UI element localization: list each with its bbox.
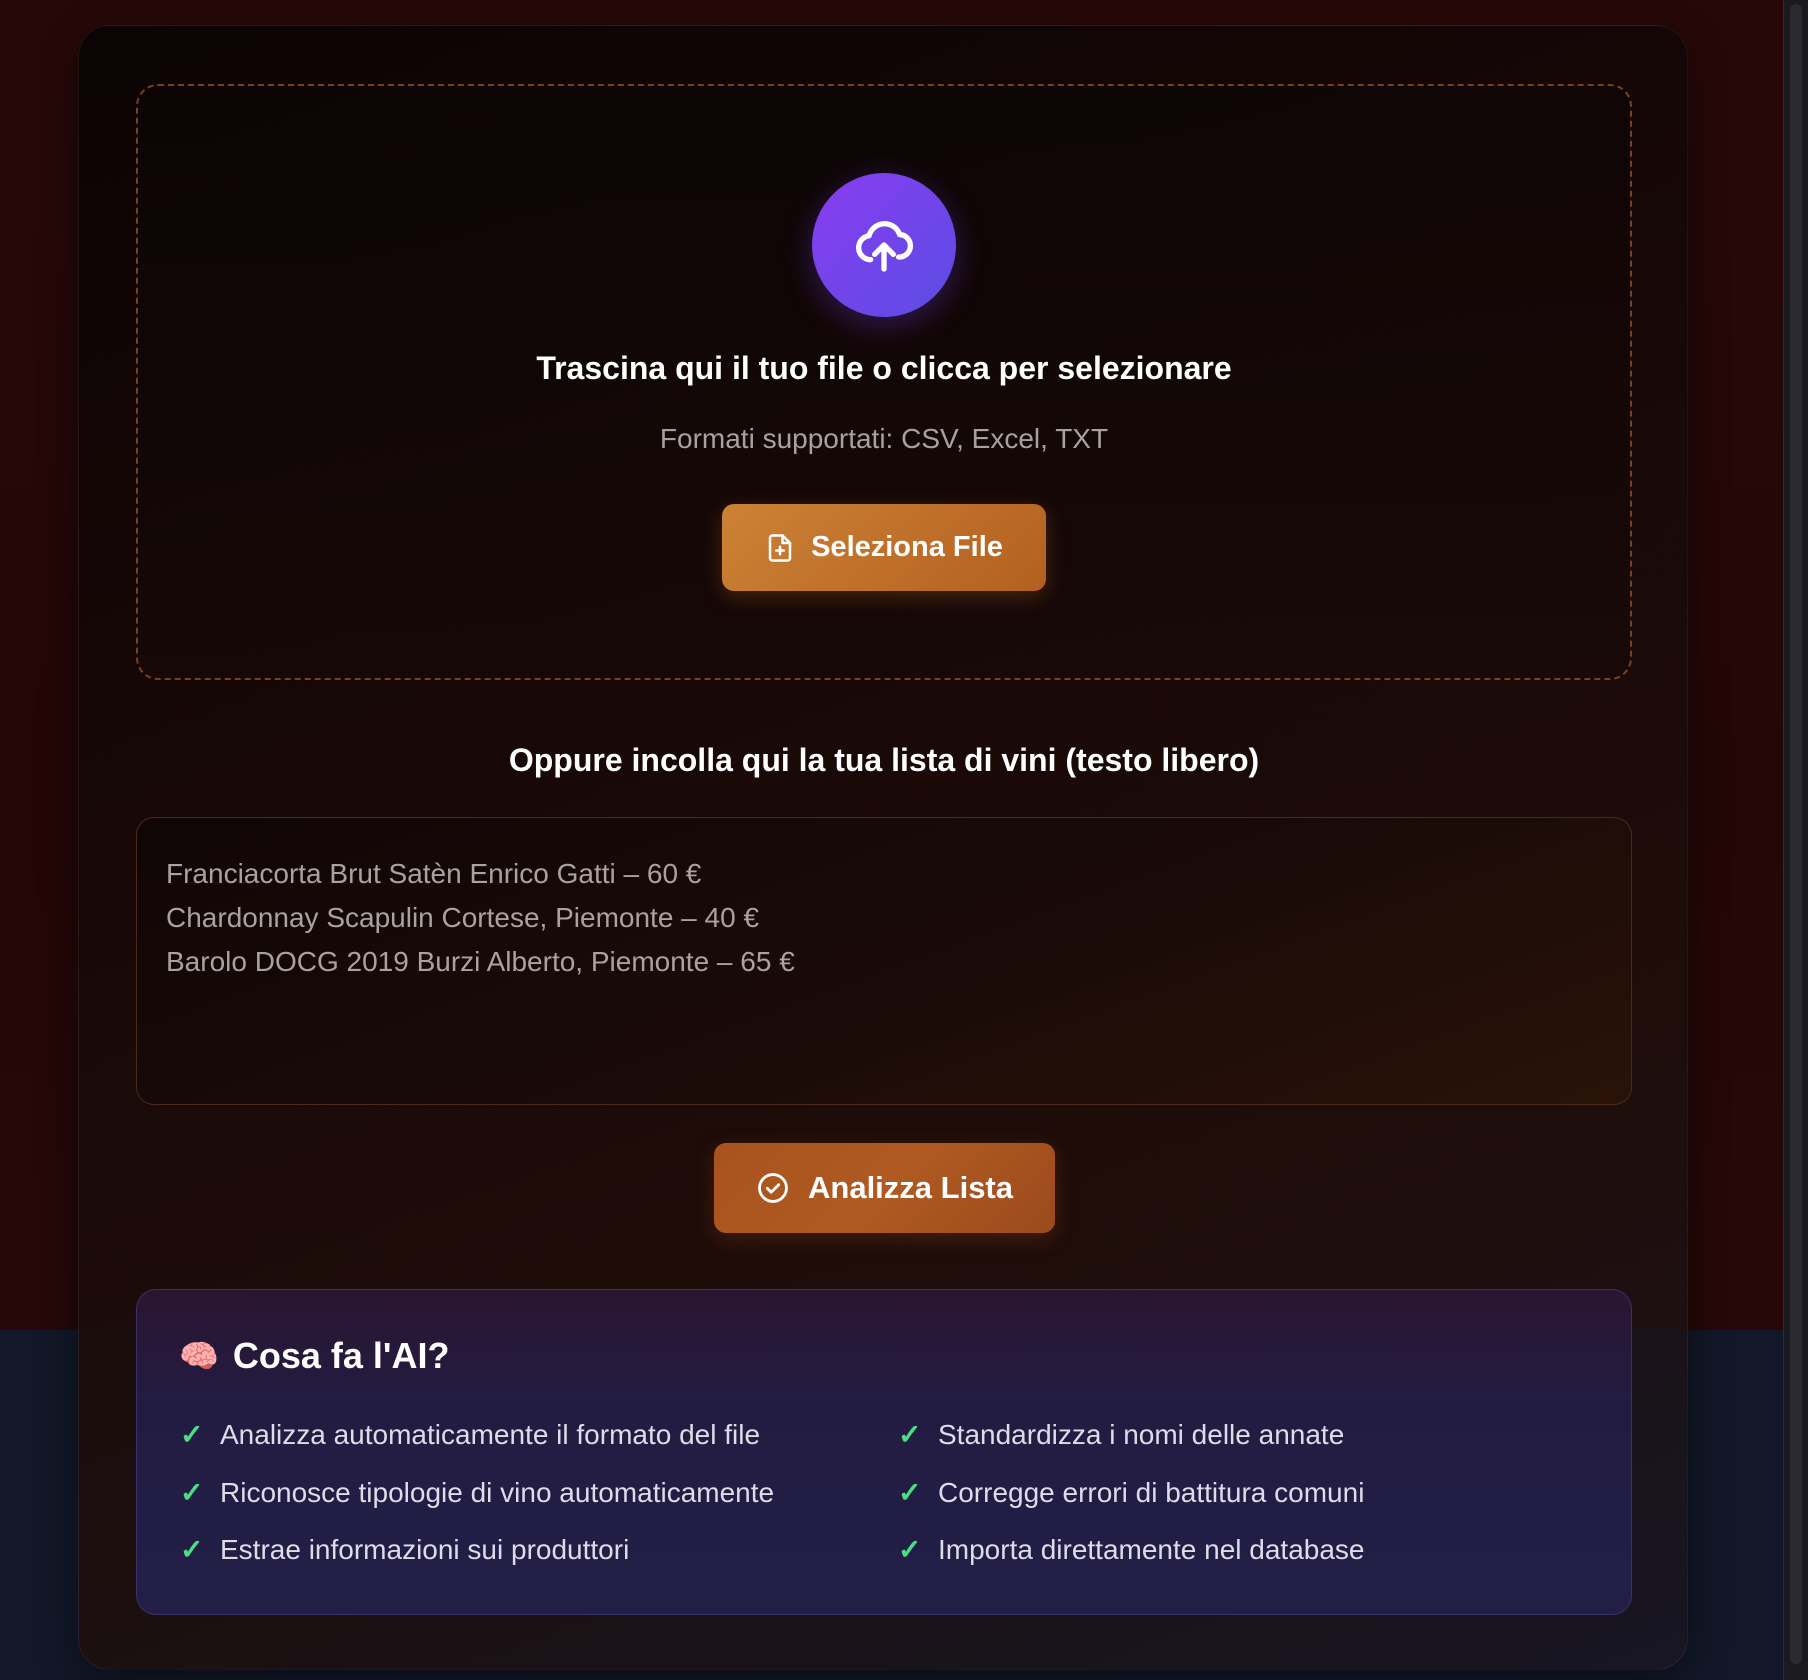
check-circle-icon [758,1173,788,1203]
select-file-button[interactable]: Seleziona File [722,504,1046,591]
file-plus-icon [768,533,792,562]
feature-label: Analizza automaticamente il formato del … [220,1418,761,1450]
check-icon: ✓ [180,1534,204,1565]
feature-item: ✓ Analizza automaticamente il formato de… [180,1418,760,1451]
feature-item: ✓ Corregge errori di battitura comuni [898,1476,1364,1509]
supported-formats: Formati supportati: CSV, Excel, TXT [659,423,1109,454]
analyze-list-button[interactable]: Analizza Lista [714,1143,1055,1233]
upload-icon-circle[interactable] [812,173,956,317]
analyze-list-label: Analizza Lista [808,1170,1013,1205]
feature-label: Estrae informazioni sui produttori [220,1533,630,1565]
wine-list-line: Chardonnay Scapulin Cortese, Piemonte – … [166,902,760,933]
brain-icon: 🧠 [179,1338,219,1374]
feature-item: ✓ Estrae informazioni sui produttori [180,1533,629,1566]
check-icon: ✓ [898,1477,922,1508]
feature-label: Importa direttamente nel database [938,1533,1365,1565]
scrollbar-track[interactable] [1783,0,1808,1680]
ai-info-heading: 🧠 Cosa fa l'AI? [179,1335,449,1377]
dropzone-title: Trascina qui il tuo file o clicca per se… [536,350,1232,386]
ai-info-title: Cosa fa l'AI? [232,1335,450,1376]
select-file-label: Seleziona File [811,531,1003,563]
wine-list-textarea[interactable]: Franciacorta Brut Satèn Enrico Gatti – 6… [136,817,1632,1105]
feature-label: Riconosce tipologie di vino automaticame… [220,1476,775,1508]
paste-list-label: Oppure incolla qui la tua lista di vini … [508,742,1260,778]
check-icon: ✓ [180,1419,204,1450]
scrollbar-thumb[interactable] [1790,4,1802,1664]
cloud-upload-icon [856,221,914,272]
check-icon: ✓ [898,1534,922,1565]
feature-item: ✓ Importa direttamente nel database [898,1533,1364,1566]
check-icon: ✓ [898,1419,922,1450]
feature-item: ✓ Riconosce tipologie di vino automatica… [180,1476,774,1509]
feature-item: ✓ Standardizza i nomi delle annate [898,1418,1344,1451]
wine-list-line: Barolo DOCG 2019 Burzi Alberto, Piemonte… [166,946,795,977]
wine-list-line: Franciacorta Brut Satèn Enrico Gatti – 6… [166,858,702,889]
feature-label: Standardizza i nomi delle annate [938,1418,1345,1450]
check-icon: ✓ [180,1477,204,1508]
feature-label: Corregge errori di battitura comuni [938,1476,1365,1508]
